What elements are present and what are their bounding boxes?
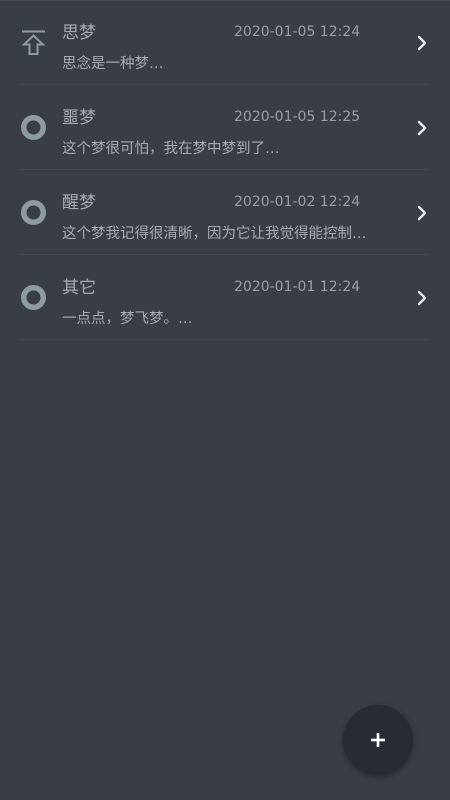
list-item[interactable]: 思梦 2020-01-05 12:24 思念是一种梦… xyxy=(20,0,430,85)
ring-dot-icon xyxy=(21,115,46,140)
add-dream-button[interactable] xyxy=(343,705,413,775)
ring-dot-icon xyxy=(21,285,46,310)
dream-preview: 思念是一种梦… xyxy=(62,56,164,72)
chevron-right-icon xyxy=(417,35,427,51)
pin-to-top-icon[interactable] xyxy=(20,29,47,56)
chevron-right-icon xyxy=(417,205,427,221)
dream-list: 思梦 2020-01-05 12:24 思念是一种梦… 噩梦 2020-01-0… xyxy=(0,0,450,340)
ring-dot-icon xyxy=(21,200,46,225)
dream-title: 噩梦 xyxy=(62,108,96,128)
list-item[interactable]: 其它 2020-01-01 12:24 一点点，梦飞梦。… xyxy=(20,255,430,340)
chevron-right-icon xyxy=(417,290,427,306)
dream-preview: 这个梦很可怕，我在梦中梦到了… xyxy=(62,141,280,157)
list-item[interactable]: 醒梦 2020-01-02 12:24 这个梦我记得很清晰，因为它让我觉得能控制… xyxy=(20,170,430,255)
dream-time: 2020-01-05 12:25 xyxy=(234,109,361,125)
chevron-right-icon xyxy=(417,120,427,136)
plus-icon xyxy=(371,733,385,747)
dream-title: 醒梦 xyxy=(62,193,96,213)
dream-time: 2020-01-05 12:24 xyxy=(234,24,361,40)
dream-title: 思梦 xyxy=(62,23,96,43)
dream-preview: 一点点，梦飞梦。… xyxy=(62,311,193,327)
list-item[interactable]: 噩梦 2020-01-05 12:25 这个梦很可怕，我在梦中梦到了… xyxy=(20,85,430,170)
dream-time: 2020-01-02 12:24 xyxy=(234,194,361,210)
dream-preview: 这个梦我记得很清晰，因为它让我觉得能控制… xyxy=(62,226,367,242)
dream-time: 2020-01-01 12:24 xyxy=(234,279,361,295)
dream-title: 其它 xyxy=(62,278,96,298)
